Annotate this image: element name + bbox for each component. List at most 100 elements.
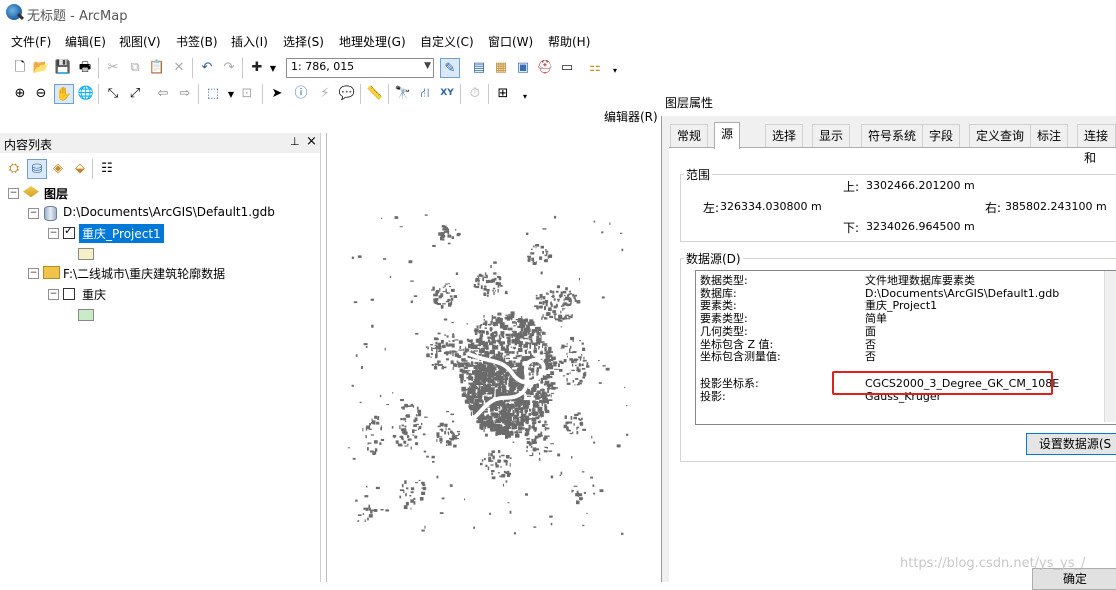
- building-footprint: [503, 355, 507, 357]
- find-icon[interactable]: 🔭: [394, 84, 412, 102]
- menu-insert[interactable]: 插入(I): [231, 33, 268, 50]
- go-to-xy-icon[interactable]: XY: [438, 84, 456, 102]
- toc-window-icon[interactable]: ▤: [470, 58, 488, 76]
- cut-icon[interactable]: ✂: [104, 58, 122, 76]
- set-data-source-button[interactable]: 设置数据源(S: [1026, 433, 1116, 455]
- forward-extent-icon[interactable]: ⇨: [176, 84, 194, 102]
- select-features-icon[interactable]: ⬚: [204, 84, 222, 102]
- menu-view[interactable]: 视图(V): [119, 33, 161, 50]
- editor-toolbar-label[interactable]: 编辑器(R): [604, 108, 658, 125]
- building-footprint: [601, 296, 605, 299]
- collapse-icon[interactable]: −: [8, 188, 19, 199]
- building-footprint: [364, 519, 366, 522]
- tab-source[interactable]: 源: [714, 122, 741, 149]
- full-extent-icon[interactable]: 🌐: [77, 84, 95, 102]
- python-window-icon[interactable]: ▭: [558, 58, 576, 76]
- catalog-icon[interactable]: ▦: [492, 58, 510, 76]
- toolbar-options-icon[interactable]: ▾: [606, 62, 624, 80]
- chevron-down-icon[interactable]: ▼: [264, 60, 282, 78]
- building-footprint: [369, 450, 374, 453]
- copy-icon[interactable]: ⧉: [126, 58, 144, 76]
- toc-gdb-path[interactable]: D:\Documents\ArcGIS\Default1.gdb: [63, 205, 275, 219]
- zoom-out-icon[interactable]: ⊖: [32, 84, 50, 102]
- datasource-scrollbar[interactable]: [1104, 271, 1116, 422]
- collapse-icon[interactable]: −: [28, 268, 39, 279]
- undo-icon[interactable]: ↶: [198, 58, 216, 76]
- paste-icon[interactable]: 📋: [148, 58, 166, 76]
- building-footprint: [488, 375, 492, 381]
- dialog-title-bar: [661, 86, 1116, 116]
- tab-selection[interactable]: 选择: [765, 124, 804, 147]
- ok-button[interactable]: 确定: [1032, 568, 1116, 590]
- redo-icon[interactable]: ↷: [220, 58, 238, 76]
- select-elements-icon[interactable]: ➤: [268, 84, 286, 102]
- arctoolbox-icon[interactable]: ⛑: [536, 58, 554, 76]
- delete-icon[interactable]: ✕: [170, 58, 188, 76]
- menu-customize[interactable]: 自定义(C): [420, 33, 474, 50]
- collapse-icon[interactable]: −: [48, 289, 59, 300]
- model-builder-icon[interactable]: ⚏: [586, 58, 604, 76]
- collapse-icon[interactable]: −: [28, 208, 39, 219]
- fixed-zoom-out-icon[interactable]: ⤢: [126, 84, 144, 102]
- save-icon[interactable]: 💾: [54, 58, 72, 76]
- building-footprint: [371, 421, 374, 424]
- zoom-in-icon[interactable]: ⊕: [11, 84, 29, 102]
- map-scale-combo[interactable]: 1: 786, 015 ▼: [286, 58, 434, 78]
- find-route-icon[interactable]: ⛙: [416, 84, 434, 102]
- identify-icon[interactable]: ⓘ: [292, 84, 310, 102]
- close-icon[interactable]: ×: [306, 134, 317, 149]
- new-document-icon[interactable]: 🗋: [11, 58, 29, 76]
- toc-folder-path[interactable]: F:\二线城市\重庆建筑轮廓数据: [63, 265, 225, 282]
- building-footprint: [431, 347, 433, 351]
- tab-definition-query[interactable]: 定义查询: [969, 124, 1032, 147]
- building-footprint: [533, 324, 536, 326]
- toolbar-options-icon[interactable]: ▾: [516, 88, 534, 106]
- html-popup-icon[interactable]: 💬: [338, 84, 356, 102]
- clear-selection-icon[interactable]: ⊡: [238, 84, 256, 102]
- back-extent-icon[interactable]: ⇦: [154, 84, 172, 102]
- measure-icon[interactable]: 📏: [366, 84, 384, 102]
- create-viewer-window-icon[interactable]: ⊞: [494, 84, 512, 102]
- building-footprint: [579, 422, 583, 425]
- print-icon[interactable]: 🖶: [76, 58, 94, 76]
- layer1-symbol-swatch[interactable]: [78, 248, 94, 260]
- hyperlink-icon[interactable]: ⚡: [316, 84, 334, 102]
- building-footprint: [574, 294, 578, 297]
- toc-layer2-label[interactable]: 重庆: [82, 286, 106, 303]
- layer-visibility-checkbox[interactable]: [63, 288, 75, 300]
- menu-edit[interactable]: 编辑(E): [65, 33, 106, 50]
- tab-fields[interactable]: 字段: [922, 124, 961, 147]
- pin-icon[interactable]: ⊥: [290, 135, 300, 148]
- menu-file[interactable]: 文件(F): [11, 33, 51, 50]
- toc-layer1-label[interactable]: 重庆_Project1: [79, 224, 164, 243]
- map-display[interactable]: [326, 133, 663, 582]
- pan-icon[interactable]: ✋: [54, 84, 74, 104]
- ds-key-has-m: 坐标包含测量值:: [700, 350, 781, 364]
- toc-options-icon[interactable]: ☷: [98, 159, 116, 177]
- fixed-zoom-in-icon[interactable]: ⤡: [104, 84, 122, 102]
- layer2-symbol-swatch[interactable]: [78, 309, 94, 321]
- collapse-icon[interactable]: −: [48, 228, 59, 239]
- open-icon[interactable]: 📂: [32, 58, 50, 76]
- building-footprint: [535, 247, 537, 249]
- tab-labels[interactable]: 标注: [1030, 124, 1069, 147]
- search-window-icon[interactable]: ▣: [514, 58, 532, 76]
- menu-geoprocessing[interactable]: 地理处理(G): [339, 33, 406, 50]
- tab-general[interactable]: 常规: [670, 124, 709, 147]
- list-by-drawing-order-icon[interactable]: ⛭: [5, 159, 23, 177]
- list-by-visibility-icon[interactable]: ◈: [49, 159, 67, 177]
- tab-symbology[interactable]: 符号系统: [861, 124, 924, 147]
- building-footprint: [495, 281, 500, 286]
- tab-joins[interactable]: 连接和: [1077, 124, 1116, 165]
- menu-selection[interactable]: 选择(S): [283, 33, 324, 50]
- tab-display[interactable]: 显示: [812, 124, 851, 147]
- list-by-selection-icon[interactable]: ⬙: [71, 159, 89, 177]
- building-footprint: [522, 404, 527, 409]
- menu-window[interactable]: 窗口(W): [488, 33, 533, 50]
- menu-bookmarks[interactable]: 书签(B): [176, 33, 218, 50]
- toc-root-label[interactable]: 图层: [44, 185, 68, 202]
- editor-toolbar-icon[interactable]: ✎: [440, 58, 460, 78]
- menu-help[interactable]: 帮助(H): [548, 33, 590, 50]
- time-slider-icon[interactable]: ⏱: [466, 84, 484, 102]
- list-by-source-icon[interactable]: ⛁: [27, 159, 47, 179]
